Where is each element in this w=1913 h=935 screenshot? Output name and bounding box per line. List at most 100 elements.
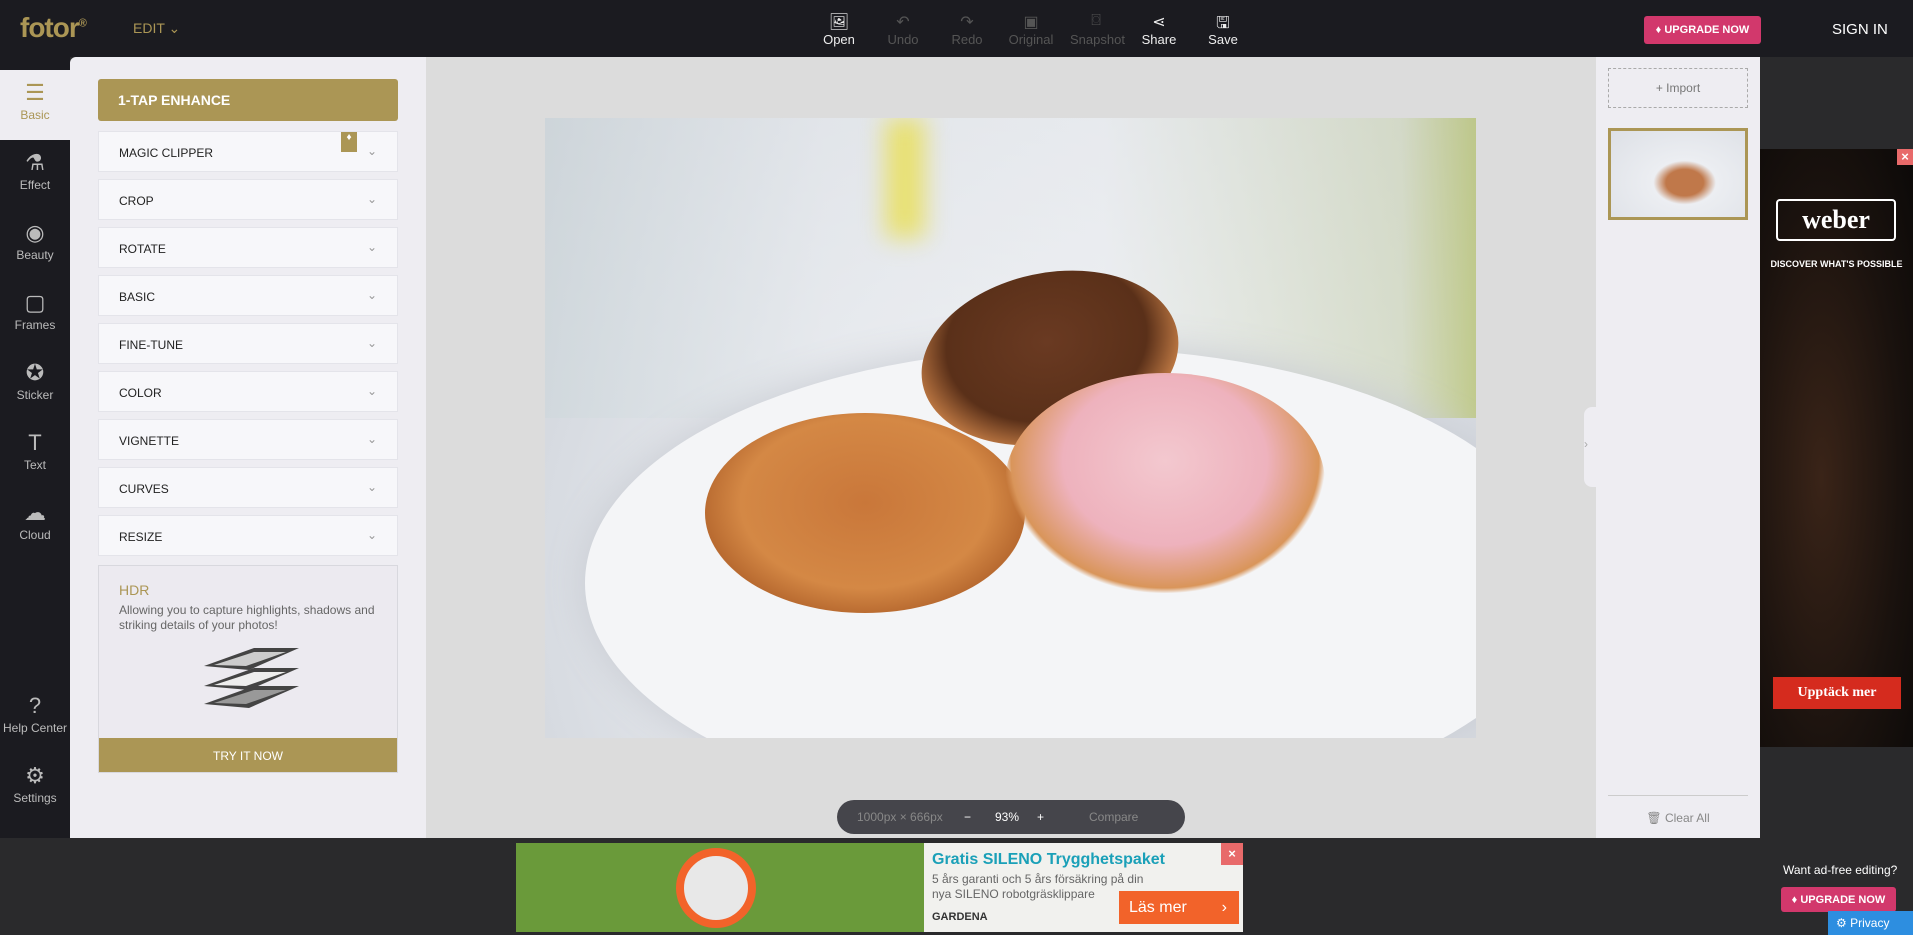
cloud-upload-icon: ☁ xyxy=(24,500,46,525)
rail-label: Effect xyxy=(19,178,51,192)
gardena-banner-ad[interactable]: Gratis SILENO Trygghetspaket 5 års garan… xyxy=(516,843,1243,932)
one-tap-enhance-button[interactable]: 1-TAP ENHANCE xyxy=(98,79,398,121)
weber-tagline: DISCOVER WHAT'S POSSIBLE xyxy=(1770,259,1903,269)
image-thumbnail[interactable] xyxy=(1608,128,1748,220)
settings-button[interactable]: ⚙ Settings xyxy=(0,753,70,823)
accordion-label: CROP xyxy=(119,194,154,208)
close-ad-icon[interactable]: × xyxy=(1221,843,1243,865)
rail-item-basic[interactable]: ☰ Basic xyxy=(0,70,70,140)
accordion-fine-tune[interactable]: FINE-TUNE ⌄ xyxy=(98,323,398,364)
zoom-bar: 1000px × 666px − 93% + Compare xyxy=(837,800,1185,834)
premium-bookmark-icon: ♦ xyxy=(341,132,357,152)
import-button[interactable]: + Import xyxy=(1608,68,1748,108)
eye-icon: ◉ xyxy=(25,220,45,245)
help-icon: ? xyxy=(28,693,42,718)
snapshot-label: Snapshot xyxy=(1070,32,1125,47)
weber-ad[interactable]: weber DISCOVER WHAT'S POSSIBLE Upptäck m… xyxy=(1760,149,1913,747)
zoom-in-button[interactable]: + xyxy=(1037,810,1044,824)
accordion-label: BASIC xyxy=(119,290,156,304)
save-button[interactable]: 🖫 Save xyxy=(1198,12,1248,47)
accordion-resize[interactable]: RESIZE ⌄ xyxy=(98,515,398,556)
accordion-label: MAGIC CLIPPER xyxy=(119,146,214,160)
chevron-down-icon: ⌄ xyxy=(366,336,377,350)
logo-mark: ® xyxy=(78,17,87,30)
chevron-down-icon: ⌄ xyxy=(168,20,181,36)
edit-mode-dropdown[interactable]: EDIT ⌄ xyxy=(133,20,180,37)
accordion-vignette[interactable]: VIGNETTE ⌄ xyxy=(98,419,398,460)
badge-icon xyxy=(676,848,756,928)
chevron-down-icon: ⌄ xyxy=(366,528,377,542)
rail-item-beauty[interactable]: ◉ Beauty xyxy=(0,210,70,280)
close-ad-icon[interactable]: × xyxy=(1897,149,1913,165)
chevron-down-icon: ⌄ xyxy=(366,432,377,446)
save-icon: 🖫 xyxy=(1216,15,1230,32)
ad-free-prompt: Want ad-free editing? xyxy=(1783,863,1898,877)
edit-label: EDIT xyxy=(133,20,165,36)
try-it-now-button[interactable]: TRY IT NOW xyxy=(99,738,397,772)
redo-icon: ↷ xyxy=(960,14,974,31)
rail-item-effect[interactable]: ⚗ Effect xyxy=(0,140,70,210)
fotor-logo[interactable]: fotor® xyxy=(20,12,87,44)
share-icon: ⋖ xyxy=(1152,14,1166,31)
share-label: Share xyxy=(1141,32,1177,47)
tool-rail: ☰ Basic ⚗ Effect ◉ Beauty ▢ Frames ✪ Sticker … xyxy=(0,57,70,838)
privacy-button[interactable]: ⚙ Privacy xyxy=(1828,911,1913,935)
clear-all-label: Clear All xyxy=(1664,811,1710,825)
accordion-magic-clipper[interactable]: MAGIC CLIPPER ♦ ⌄ xyxy=(98,131,398,172)
accordion-label: VIGNETTE xyxy=(119,434,180,448)
collapse-handle[interactable]: › xyxy=(1584,407,1596,487)
redo-label: Redo xyxy=(951,32,983,47)
trash-icon: 🗑 xyxy=(1646,811,1662,825)
rail-label: Beauty xyxy=(16,248,54,262)
chevron-down-icon: ⌄ xyxy=(366,288,377,302)
star-icon: ✪ xyxy=(25,360,45,385)
import-label: Import xyxy=(1666,81,1701,95)
open-image-icon: 🖼 xyxy=(828,14,850,31)
accordion-basic[interactable]: BASIC ⌄ xyxy=(98,275,398,316)
rail-item-frames[interactable]: ▢ Frames xyxy=(0,280,70,350)
accordion-curves[interactable]: CURVES ⌄ xyxy=(98,467,398,508)
diamond-icon: ♦ xyxy=(1655,24,1662,36)
weber-cta-button[interactable]: Upptäck mer xyxy=(1773,677,1901,709)
accordion-rotate[interactable]: ROTATE ⌄ xyxy=(98,227,398,268)
rail-label: Sticker xyxy=(16,388,54,402)
hdr-description: Allowing you to capture highlights, shad… xyxy=(119,603,375,632)
accordion-label: ROTATE xyxy=(119,242,166,256)
zoom-out-button[interactable]: − xyxy=(964,810,971,824)
accordion-color[interactable]: COLOR ⌄ xyxy=(98,371,398,412)
gardena-logo: GARDENA xyxy=(932,911,988,923)
photo-donuts xyxy=(545,118,1476,738)
accordion-crop[interactable]: CROP ⌄ xyxy=(98,179,398,220)
compare-button[interactable]: Compare xyxy=(1089,810,1138,824)
frame-icon: ▢ xyxy=(24,290,46,315)
sign-in-link[interactable]: SIGN IN xyxy=(1832,21,1888,38)
canvas-area: › 1000px × 666px − 93% + Compare xyxy=(426,57,1596,838)
cta-label: Läs mer xyxy=(1129,899,1187,916)
snapshot-button[interactable]: ⌼ Snapshot xyxy=(1070,12,1125,47)
chevron-down-icon: ⌄ xyxy=(366,480,377,494)
rail-item-sticker[interactable]: ✪ Sticker xyxy=(0,350,70,420)
basic-panel: 1-TAP ENHANCE MAGIC CLIPPER ♦ ⌄ CROP ⌄ ROTA… xyxy=(70,57,426,838)
rail-label: Basic xyxy=(20,108,50,122)
upgrade-label: UPGRADE NOW xyxy=(1800,894,1886,906)
upgrade-label: UPGRADE NOW xyxy=(1664,24,1750,36)
hdr-promo: HDR Allowing you to capture highlights, … xyxy=(98,565,398,773)
upgrade-now-button[interactable]: ♦ UPGRADE NOW xyxy=(1644,16,1761,44)
gear-icon: ⚙ xyxy=(25,763,45,788)
open-button[interactable]: 🖼 Open xyxy=(814,12,864,47)
share-button[interactable]: ⋖ Share xyxy=(1134,12,1184,47)
upgrade-now-bottom-button[interactable]: ♦ UPGRADE NOW xyxy=(1781,887,1896,912)
help-center-button[interactable]: ? Help Center xyxy=(0,683,70,753)
undo-label: Undo xyxy=(887,32,919,47)
rail-item-cloud[interactable]: ☁ Cloud xyxy=(0,490,70,560)
rail-item-text[interactable]: T Text xyxy=(0,420,70,490)
clear-all-button[interactable]: 🗑 Clear All xyxy=(1608,795,1748,825)
plus-icon: + xyxy=(1655,81,1663,95)
redo-button[interactable]: ↷ Redo xyxy=(942,12,992,47)
las-mer-button[interactable]: Läs mer › xyxy=(1119,891,1239,924)
original-button[interactable]: ▣ Original xyxy=(1006,12,1056,47)
diamond-icon: ♦ xyxy=(1791,894,1798,906)
undo-button[interactable]: ↶ Undo xyxy=(878,12,928,47)
hdr-title: HDR xyxy=(119,582,150,598)
chevron-down-icon: ⌄ xyxy=(366,144,377,158)
